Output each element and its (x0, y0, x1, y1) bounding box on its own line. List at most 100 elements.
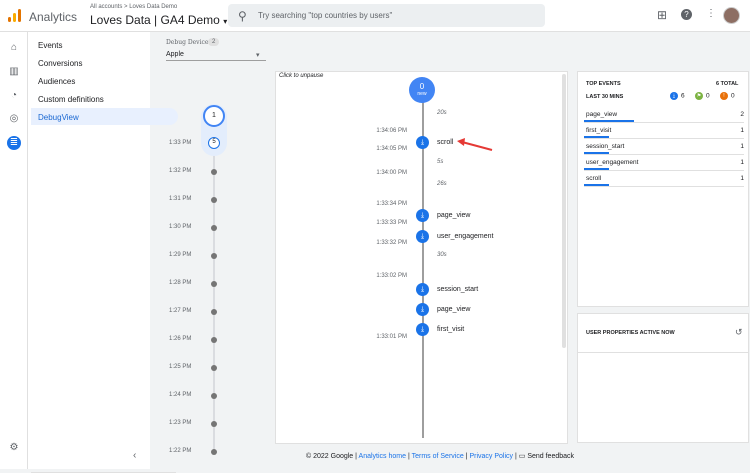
privacy-link[interactable]: Privacy Policy (469, 453, 513, 460)
event-icon[interactable]: ⤓ (416, 209, 429, 222)
footer: © 2022 Google | Analytics home | Terms o… (306, 453, 575, 460)
event-icon[interactable]: ⤓ (416, 303, 429, 316)
top-events-total: 6 TOTAL (716, 81, 739, 87)
minute-dot[interactable] (211, 449, 217, 455)
top-event-row[interactable]: scroll 1 (584, 172, 744, 187)
nav-item-conversions[interactable]: Conversions (38, 59, 82, 68)
breadcrumb[interactable]: All accounts > Loves Data Demo (90, 4, 177, 10)
event-timestamp: 1:33:33 PM (376, 220, 407, 226)
top-event-share-bar (584, 168, 609, 170)
top-event-name: scroll (586, 175, 602, 182)
minute-label: 1:32 PM (169, 168, 192, 174)
nav-item-debugview[interactable]: DebugView (31, 108, 178, 125)
avatar[interactable] (723, 7, 740, 24)
top-events-period: LAST 30 MINS (586, 94, 624, 100)
minute-label: 1:26 PM (169, 336, 192, 342)
event-timestamp: 1:33:32 PM (376, 240, 407, 246)
minute-dot[interactable] (211, 281, 217, 287)
top-event-row[interactable]: user_engagement 1 (584, 156, 744, 171)
new-events-label: new (417, 91, 427, 97)
settings-icon[interactable]: ⚙ (7, 441, 21, 455)
home-icon[interactable]: ⌂ (7, 41, 21, 55)
nav-item-audiences[interactable]: Audiences (38, 77, 75, 86)
user-properties-card: USER PROPERTIES ACTIVE NOW ↺ (577, 313, 749, 443)
conversions-stat: ⚑ 0 (695, 92, 710, 100)
top-event-row[interactable]: first_visit 1 (584, 124, 744, 139)
event-name[interactable]: session_start (437, 286, 478, 293)
search-placeholder: Try searching "top countries by users" (258, 11, 393, 20)
analytics-home-link[interactable]: Analytics home (359, 453, 406, 460)
minute-dot[interactable] (211, 365, 217, 371)
top-event-row[interactable]: session_start 1 (584, 140, 744, 155)
app-name[interactable]: Analytics (29, 10, 77, 24)
minute-label: 1:24 PM (169, 392, 192, 398)
gap-duration: 26s (437, 181, 447, 187)
top-event-share-bar (584, 184, 609, 186)
minute-dot[interactable] (211, 169, 217, 175)
minute-dot[interactable] (211, 393, 217, 399)
event-icon[interactable]: ⤓ (416, 136, 429, 149)
event-icon[interactable]: ⤓ (416, 323, 429, 336)
event-timestamp: 1:33:01 PM (376, 334, 407, 340)
send-feedback-button[interactable]: ▭ Send feedback (519, 453, 574, 460)
nav-item-events[interactable]: Events (38, 41, 62, 50)
apps-icon[interactable]: ⊞ (657, 8, 667, 22)
top-event-count: 1 (740, 159, 744, 166)
minute-dot[interactable] (211, 337, 217, 343)
minute-dot[interactable] (211, 421, 217, 427)
collapse-nav-icon[interactable]: ‹ (133, 450, 136, 461)
minute-label: 1:33 PM (169, 140, 192, 146)
search-input[interactable]: ⚲ Try searching "top countries by users" (228, 4, 545, 27)
debug-device-panel: Debug Device 2 Apple ▾ 1 5 1:33 PM 1:32 P… (160, 32, 270, 469)
reports-icon[interactable]: ▥ (7, 65, 21, 79)
events-stat: ⤓ 6 (670, 92, 685, 100)
user-properties-title: USER PROPERTIES ACTIVE NOW (586, 330, 675, 336)
minute-event-count[interactable]: 5 (208, 137, 220, 149)
top-event-name: user_engagement (586, 159, 639, 166)
event-name[interactable]: first_visit (437, 326, 464, 333)
top-bar: Analytics All accounts > Loves Data Demo… (0, 0, 750, 32)
minute-dot[interactable] (211, 225, 217, 231)
stream-scrollbar[interactable] (562, 74, 566, 348)
top-event-share-bar (584, 136, 609, 138)
event-icon[interactable]: ⤓ (416, 283, 429, 296)
top-event-row[interactable]: page_view 2 (584, 108, 744, 123)
event-icon[interactable]: ⤓ (416, 230, 429, 243)
event-timestamp: 1:34:05 PM (376, 146, 407, 152)
configure-nav: Events Conversions Audiences Custom defi… (28, 32, 178, 473)
minute-label: 1:25 PM (169, 364, 192, 370)
debug-device-label: Debug Device (166, 39, 209, 46)
nav-item-custom-definitions[interactable]: Custom definitions (38, 95, 104, 104)
property-selector[interactable]: Loves Data | GA4 Demo ▾ (90, 13, 227, 27)
event-name[interactable]: page_view (437, 212, 470, 219)
caret-down-icon: ▾ (223, 17, 228, 26)
minute-label: 1:28 PM (169, 280, 192, 286)
active-events-circle[interactable]: 1 (203, 105, 225, 127)
new-events-badge[interactable]: 0 new (409, 77, 435, 103)
event-name[interactable]: user_engagement (437, 233, 493, 240)
minute-label: 1:27 PM (169, 308, 192, 314)
history-icon[interactable]: ↺ (735, 327, 743, 338)
minute-label: 1:31 PM (169, 196, 192, 202)
top-event-name: page_view (586, 111, 618, 118)
explore-icon[interactable]: ◔ (7, 89, 21, 103)
event-timestamp: 1:34:00 PM (376, 170, 407, 176)
help-icon[interactable]: ? (681, 9, 692, 20)
more-vert-icon[interactable]: ⋮ (706, 8, 716, 19)
terms-link[interactable]: Terms of Service (412, 453, 464, 460)
minute-dot[interactable] (211, 309, 217, 315)
event-name[interactable]: scroll (437, 139, 453, 146)
gap-duration: 30s (437, 252, 447, 258)
unpause-link[interactable]: Click to unpause (279, 73, 323, 79)
minute-dot[interactable] (211, 253, 217, 259)
configure-icon[interactable]: ≣ (7, 136, 21, 150)
errors-stat: ! 0 (720, 92, 735, 100)
event-name[interactable]: page_view (437, 306, 470, 313)
top-events-title: TOP EVENTS (586, 81, 621, 87)
minute-label: 1:23 PM (169, 420, 192, 426)
minute-dot[interactable] (211, 197, 217, 203)
debug-device-value: Apple (166, 51, 184, 58)
advertising-icon[interactable]: ◎ (7, 112, 21, 126)
gap-duration: 5s (437, 159, 444, 165)
analytics-logo-icon[interactable] (8, 9, 21, 22)
